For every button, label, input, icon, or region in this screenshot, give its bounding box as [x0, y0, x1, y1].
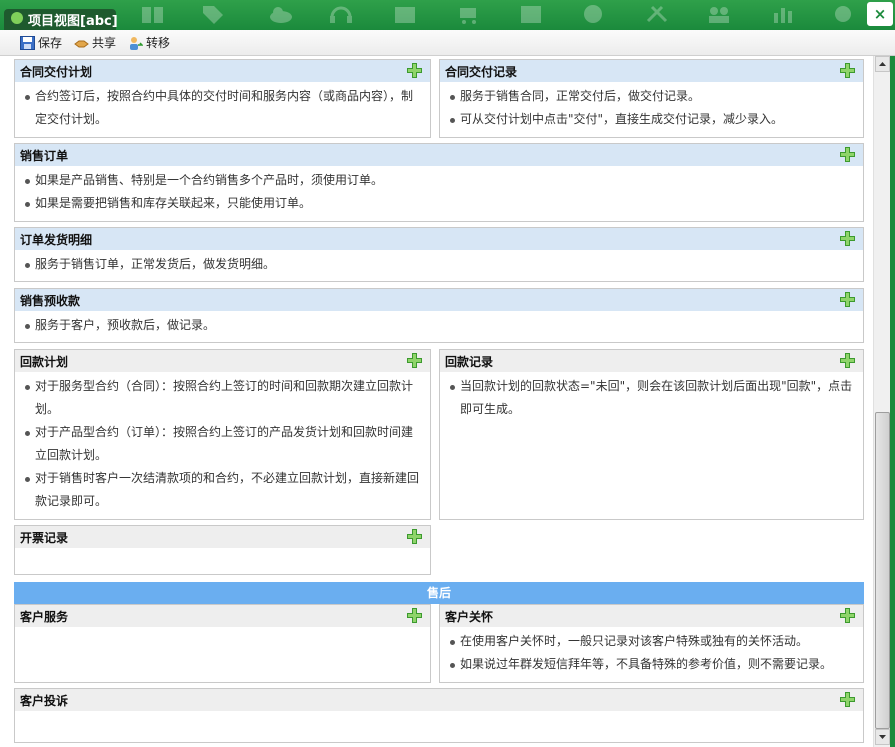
save-label: 保存 [38, 36, 63, 50]
panel-contract-delivery-record: 合同交付记录 服务于销售合同，正常交付后，做交付记录。 可从交付计划中点击"交付… [439, 59, 864, 138]
panel-payment-record: 回款记录 当回款计划的回款状态="未回"，则会在该回款计划后面出现"回款"，点击… [439, 349, 864, 520]
app-logo-icon [11, 12, 23, 24]
panel-payment-plan: 回款计划 对于服务型合约（合同）：按照合约上签订的时间和回款期次建立回款计 划。… [14, 349, 431, 520]
scroll-down-button[interactable] [875, 729, 890, 745]
panel-sales-order: 销售订单 如果是产品销售、特别是一个合约销售多个产品时，须使用订单。 如果是需要… [14, 143, 864, 222]
share-label: 共享 [92, 36, 117, 50]
panel-header: 销售订单 [15, 144, 863, 166]
add-icon[interactable] [840, 353, 855, 368]
panel-title: 回款计划 [20, 355, 69, 369]
list-item: 如果是需要把销售和库存关联起来，只能使用订单。 [23, 192, 857, 215]
close-button[interactable]: × [867, 2, 893, 26]
map-icon [521, 6, 541, 23]
book-icon [142, 7, 163, 23]
add-icon[interactable] [407, 353, 422, 368]
list-item: 对于服务型合约（合同）：按照合约上签订的时间和回款期次建立回款计 [23, 375, 424, 398]
list-item: 对于产品型合约（订单）：按照合约上签订的产品发货计划和回款时间建 [23, 421, 424, 444]
panel-header: 开票记录 [15, 526, 430, 548]
panel-customer-care: 客户关怀 在使用客户关怀时，一般只记录对该客户特殊或独有的关怀活动。 如果说过年… [439, 604, 864, 683]
panel-header: 合同交付计划 [15, 60, 430, 82]
list-item: 合约签订后，按照合约中具体的交付时间和服务内容（或商品内容），制 [23, 85, 424, 108]
window-title: 项目视图[abc] [28, 14, 118, 29]
add-icon[interactable] [840, 231, 855, 246]
add-icon[interactable] [840, 692, 855, 707]
list-item: 服务于客户，预收款后，做记录。 [23, 314, 857, 337]
panel-title: 订单发货明细 [20, 233, 93, 247]
panel-title: 客户关怀 [445, 610, 494, 624]
list-item-continuation: 划。 [35, 402, 60, 416]
user-transfer-icon [130, 37, 143, 50]
add-icon[interactable] [840, 292, 855, 307]
users-icon [709, 7, 729, 23]
arrow-down-icon [879, 735, 886, 739]
panel-customer-complaint: 客户投诉 [14, 688, 864, 743]
panel-header: 回款计划 [15, 350, 430, 372]
panel-header: 客户投诉 [15, 689, 863, 711]
toolbar: 保存 共享 转移 [0, 30, 895, 56]
list-item: 服务于销售合同，正常交付后，做交付记录。 [448, 85, 857, 108]
add-icon[interactable] [840, 608, 855, 623]
add-icon[interactable] [407, 63, 422, 78]
transfer-button[interactable]: 转移 [128, 34, 170, 52]
section-after-sales: 售后 [14, 582, 864, 604]
window-titlebar: 项目视图[abc] × [0, 0, 895, 30]
list-item-continuation: 款记录即可。 [35, 494, 108, 508]
list-item-continuation: 即可生成。 [460, 402, 521, 416]
tools-icon [646, 5, 668, 23]
list-item: 当回款计划的回款状态="未回"，则会在该回款计划后面出现"回款"，点击 [448, 375, 857, 398]
panel-title: 回款记录 [445, 355, 494, 369]
panel-title: 客户服务 [20, 610, 69, 624]
panel-header: 销售预收款 [15, 289, 863, 311]
list-item: 服务于销售订单，正常发货后，做发货明细。 [23, 253, 857, 276]
panel-header: 客户服务 [15, 605, 430, 627]
headset-icon [330, 6, 352, 23]
bar-chart-icon [774, 8, 792, 23]
panel-title: 销售预收款 [20, 294, 81, 308]
cloud-icon [270, 7, 292, 23]
list-item: 如果是产品销售、特别是一个合约销售多个产品时，须使用订单。 [23, 169, 857, 192]
panel-invoice-record: 开票记录 [14, 525, 431, 575]
gear-icon [835, 6, 851, 22]
add-icon[interactable] [840, 63, 855, 78]
list-item-continuation: 定交付计划。 [35, 112, 108, 126]
panel-header: 订单发货明细 [15, 228, 863, 250]
save-button[interactable]: 保存 [20, 34, 62, 52]
list-item: 可从交付计划中点击"交付"，直接生成交付记录，减少录入。 [448, 108, 857, 131]
panel-header: 回款记录 [440, 350, 863, 372]
window-border [890, 30, 895, 747]
panel-title: 销售订单 [20, 149, 69, 163]
panel-contract-delivery-plan: 合同交付计划 合约签订后，按照合约中具体的交付时间和服务内容（或商品内容），制 … [14, 59, 431, 138]
project-view-content: 合同交付计划 合约签订后，按照合约中具体的交付时间和服务内容（或商品内容），制 … [0, 56, 873, 747]
scroll-thumb[interactable] [875, 412, 890, 729]
tag-icon [203, 6, 223, 24]
arrow-up-icon [879, 62, 886, 66]
add-icon[interactable] [407, 529, 422, 544]
scroll-up-button[interactable] [875, 56, 890, 72]
panel-header: 合同交付记录 [440, 60, 863, 82]
panel-title: 客户投诉 [20, 694, 69, 708]
panel-customer-service: 客户服务 [14, 604, 431, 683]
transfer-label: 转移 [146, 36, 171, 50]
save-icon [20, 36, 35, 50]
list-item: 如果说过年群发短信拜年等，不具备特殊的参考价值，则不需要记录。 [448, 653, 857, 676]
panel-sales-prepayment: 销售预收款 服务于客户，预收款后，做记录。 [14, 288, 864, 343]
panel-order-shipping: 订单发货明细 服务于销售订单，正常发货后，做发货明细。 [14, 227, 864, 282]
pie-chart-icon [584, 5, 602, 23]
box-icon [395, 7, 415, 23]
share-button[interactable]: 共享 [74, 34, 116, 52]
handshake-icon [74, 40, 89, 48]
list-item-continuation: 立回款计划。 [35, 448, 108, 462]
panel-header: 客户关怀 [440, 605, 863, 627]
panel-title: 合同交付记录 [445, 65, 518, 79]
vertical-scrollbar[interactable] [873, 56, 890, 747]
add-icon[interactable] [407, 608, 422, 623]
panel-title: 合同交付计划 [20, 65, 93, 79]
panel-title: 开票记录 [20, 531, 69, 545]
cart-icon [460, 8, 476, 24]
list-item: 对于销售时客户一次结清款项的和合约，不必建立回款计划，直接新建回 [23, 467, 424, 490]
list-item: 在使用客户关怀时，一般只记录对该客户特殊或独有的关怀活动。 [448, 630, 857, 653]
add-icon[interactable] [840, 147, 855, 162]
